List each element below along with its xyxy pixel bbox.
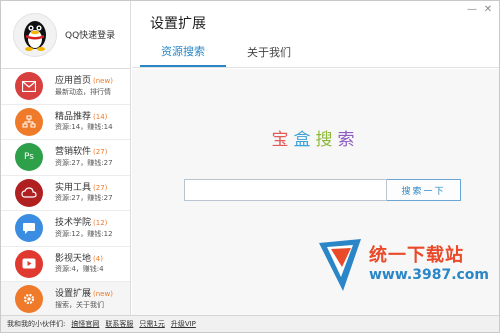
- box-title-char: 宝: [271, 130, 294, 150]
- play-icon: [15, 249, 43, 278]
- qq-login-label[interactable]: QQ快速登录: [65, 28, 115, 41]
- footer-label: 我和我的小伙伴们:: [7, 320, 66, 328]
- footer-link-support[interactable]: 联系客服: [105, 319, 133, 329]
- sidebar: QQ快速登录 应用首页 (new) 最新动态，排行情 精品推荐 (14) 资源:…: [1, 1, 131, 318]
- sidebar-item-count: (27): [93, 148, 108, 157]
- sidebar-item-sub: 资源:4，赚钱:4: [55, 265, 104, 273]
- watermark-text: 统一下载站: [369, 245, 464, 266]
- sidebar-item-count: (new): [93, 77, 113, 86]
- chat-icon: [15, 214, 43, 243]
- box-search-title: 宝盒搜索: [132, 125, 499, 150]
- sidebar-item-label: 技术学院: [55, 218, 92, 229]
- window-controls: — ✕: [467, 4, 493, 15]
- watermark: 统一下载站 www.3987.com: [317, 237, 490, 297]
- watermark-url: www.3987.com: [369, 267, 490, 283]
- qq-login[interactable]: QQ快速登录: [1, 1, 130, 69]
- sidebar-item-home[interactable]: 应用首页 (new) 最新动态，排行情: [1, 69, 130, 105]
- sidebar-item-academy[interactable]: 技术学院 (12) 资源:12，赚钱:12: [1, 211, 130, 247]
- sidebar-item-count: (14): [93, 112, 108, 121]
- qq-penguin-icon[interactable]: [13, 12, 57, 57]
- search-button[interactable]: 搜索一下: [387, 179, 461, 201]
- sidebar-item-sub: 资源:14，赚钱:14: [55, 123, 113, 131]
- sidebar-item-count: (27): [93, 183, 108, 192]
- tab-bar: 资源搜索 关于我们: [140, 37, 312, 67]
- sidebar-item-count: (4): [93, 254, 103, 263]
- header: 设置扩展 — ✕ 资源搜索 关于我们: [132, 1, 499, 69]
- sidebar-item-recommend[interactable]: 精品推荐 (14) 资源:14，赚钱:14: [1, 105, 130, 140]
- sidebar-item-sub: 资源:12，赚钱:12: [55, 229, 113, 238]
- sidebar-item-label: 设置扩展: [55, 289, 92, 300]
- box-title-char: 搜: [315, 130, 338, 150]
- search-bar: 搜索一下: [184, 179, 461, 201]
- watermark-logo-icon: [319, 239, 361, 291]
- sidebar-item-sub: 最新动态，排行情: [55, 87, 111, 96]
- sidebar-item-tools[interactable]: 实用工具 (27) 资源:27，赚钱:27: [1, 176, 130, 211]
- footer-link-one-yuan[interactable]: 只需1元: [139, 319, 164, 329]
- settings-icon: [15, 285, 43, 314]
- box-title-char: 索: [337, 130, 360, 150]
- sidebar-item-sub: 搜索，关于我们: [55, 300, 104, 309]
- sidebar-item-count: (new): [93, 290, 113, 299]
- network-icon: [15, 107, 43, 136]
- sidebar-item-marketing[interactable]: Ps 营销软件 (27) 资源:27，赚钱:27: [1, 140, 130, 176]
- footer-link-official[interactable]: 搞怪官网: [71, 319, 99, 329]
- sidebar-item-settings[interactable]: 设置扩展 (new) 搜索，关于我们: [1, 282, 130, 318]
- sidebar-item-video[interactable]: 影视天地 (4) 资源:4，赚钱:4: [1, 247, 130, 282]
- mail-icon: [15, 72, 43, 101]
- sidebar-nav: 应用首页 (new) 最新动态，排行情 精品推荐 (14) 资源:14，赚钱:14 …: [1, 69, 130, 318]
- search-input[interactable]: [184, 179, 387, 201]
- cloud-icon: [15, 178, 43, 207]
- footer-link-vip[interactable]: 升级VIP: [171, 319, 196, 329]
- app-window: QQ快速登录 应用首页 (new) 最新动态，排行情 精品推荐 (14) 资源:…: [0, 0, 500, 333]
- sidebar-item-count: (12): [93, 219, 108, 228]
- sidebar-item-label: 精品推荐: [55, 111, 92, 122]
- sidebar-item-label: 应用首页: [55, 76, 92, 87]
- sidebar-item-sub: 资源:27，赚钱:27: [55, 194, 113, 202]
- sidebar-item-label: 影视天地: [55, 253, 92, 264]
- minimize-icon[interactable]: —: [467, 4, 477, 15]
- tab-about-us[interactable]: 关于我们: [226, 37, 312, 67]
- footer: 我和我的小伙伴们: 搞怪官网 联系客服 只需1元 升级VIP: [1, 315, 499, 332]
- close-icon[interactable]: ✕: [483, 4, 493, 15]
- sidebar-item-sub: 资源:27，赚钱:27: [55, 158, 113, 167]
- sidebar-item-label: 实用工具: [55, 182, 92, 193]
- ps-icon: Ps: [15, 143, 43, 172]
- page-title: 设置扩展: [150, 16, 206, 32]
- sidebar-item-label: 营销软件: [55, 147, 92, 158]
- box-title-char: 盒: [293, 130, 316, 150]
- header-divider: [132, 67, 499, 68]
- tab-resource-search[interactable]: 资源搜索: [140, 37, 226, 67]
- main-content: 宝盒搜索 搜索一下 统一下载站 www.3987.com: [132, 69, 499, 317]
